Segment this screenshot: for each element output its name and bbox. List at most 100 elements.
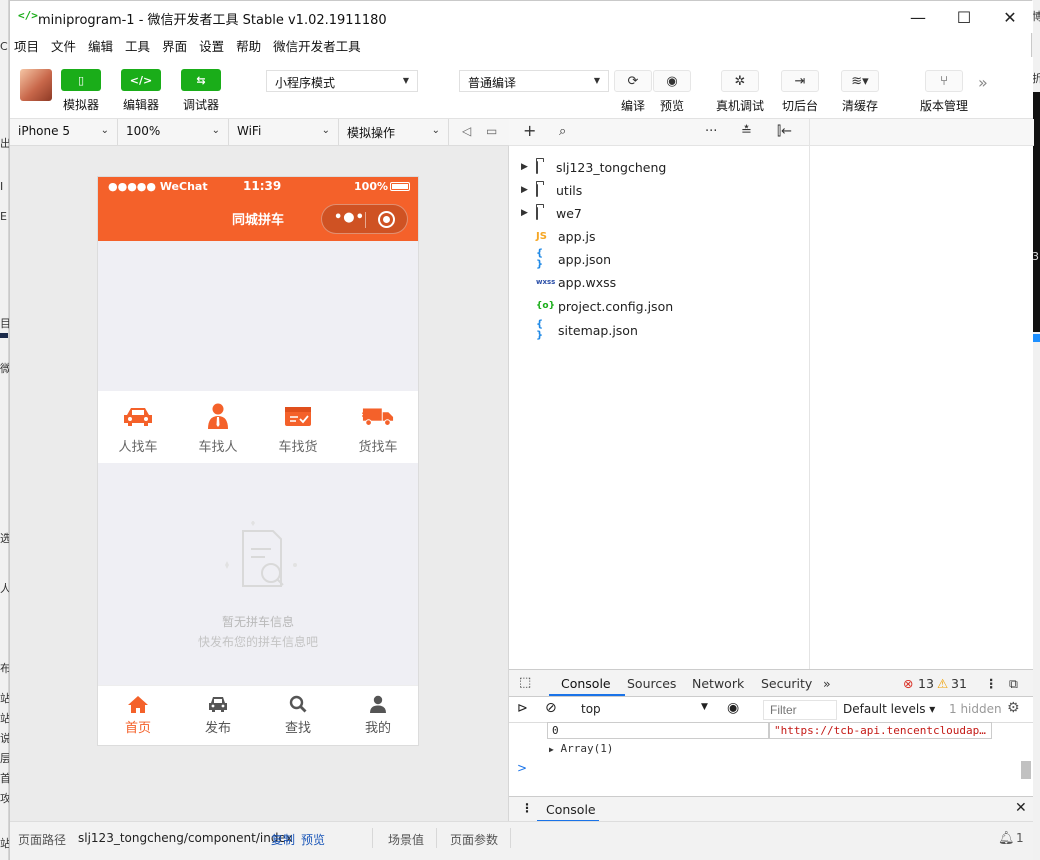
menu-settings[interactable]: 设置 <box>199 36 224 55</box>
undock-icon[interactable]: ⧉ <box>1009 676 1018 692</box>
collapse-panel-icon[interactable]: ⫿← <box>777 124 792 139</box>
category-car-find-cargo[interactable]: 车找货 <box>258 391 338 463</box>
menu-wechat-devtools[interactable]: 微信开发者工具 <box>273 36 361 55</box>
scene-value-button[interactable]: 场景值 <box>388 831 424 848</box>
preview-path-link[interactable]: 预览 <box>301 831 325 848</box>
bell-icon[interactable]: 🔔︎ <box>998 831 1015 846</box>
avatar[interactable] <box>20 69 52 101</box>
capsule-menu[interactable]: •●• <box>321 204 408 234</box>
tree-file-app-json[interactable]: { } app.json <box>509 248 809 270</box>
tree-file-app-js[interactable]: JS app.js <box>509 225 809 247</box>
sidebar-toggle-icon[interactable]: ⊳ <box>517 701 528 716</box>
category-car-find-passenger[interactable]: 车找人 <box>178 391 258 463</box>
wechat-devtools-logo-icon: </> <box>18 9 38 22</box>
debugger-toggle-button[interactable]: ⇆ 调试器 <box>176 69 226 113</box>
device-select[interactable]: iPhone 5 ⌄ <box>10 119 118 146</box>
console-prompt[interactable]: > <box>517 761 527 775</box>
tab-publish[interactable]: 发布 <box>178 686 258 745</box>
console-array-row[interactable]: ▶ Array(1) <box>549 742 613 755</box>
maximize-button[interactable]: ☐ <box>941 1 987 33</box>
tab-sources[interactable]: Sources <box>627 676 676 691</box>
tree-folder-slj123-tongcheng[interactable]: ▶ slj123_tongcheng <box>509 156 809 178</box>
tree-file-app-wxss[interactable]: wxss app.wxss <box>509 271 809 293</box>
category-passenger-find-car[interactable]: 人找车 <box>98 391 178 463</box>
editor-tab-bar <box>810 119 1034 146</box>
editor-panel <box>809 119 1034 669</box>
compile-mode-select[interactable]: 普通编译 ▼ <box>459 70 609 92</box>
category-cargo-find-car[interactable]: 货找车 <box>338 391 418 463</box>
editor-toggle-button[interactable]: </> 编辑器 <box>116 69 166 113</box>
mode-select[interactable]: 小程序模式 ▼ <box>266 70 418 92</box>
simulator-toggle-button[interactable]: ▯ 模拟器 <box>56 69 106 113</box>
inspect-element-icon[interactable]: ⬚ <box>519 675 531 690</box>
file-tree-panel: + ⌕ ··· ≛ ⫿← ▶ slj123_tongcheng ▶ utils … <box>509 119 809 669</box>
error-count[interactable]: 13 <box>918 676 934 691</box>
clear-console-icon[interactable]: ⊘ <box>545 700 557 716</box>
background-switch-button[interactable]: ⇥ 切后台 <box>781 70 819 114</box>
sort-icon[interactable]: ≛ <box>741 124 752 139</box>
network-select[interactable]: WiFi ⌄ <box>229 119 339 146</box>
remote-debug-button[interactable]: ✲ 真机调试 <box>716 70 764 114</box>
window-detach-icon[interactable]: ▭ <box>486 124 497 138</box>
tab-home[interactable]: 首页 <box>98 686 178 745</box>
tab-console[interactable]: Console <box>561 676 611 691</box>
close-target-icon[interactable] <box>378 211 395 228</box>
more-dots-icon[interactable]: •●• <box>334 210 365 225</box>
page-params-button[interactable]: 页面参数 <box>450 831 498 848</box>
warning-icon: ⚠ <box>937 676 949 691</box>
clear-cache-button[interactable]: ≋▾ 清缓存 <box>841 70 879 114</box>
tab-search[interactable]: 查找 <box>258 686 338 745</box>
menu-project[interactable]: 项目 <box>14 36 39 55</box>
minimize-button[interactable]: — <box>895 1 941 33</box>
close-window-button[interactable]: ✕ <box>987 1 1033 33</box>
refresh-icon: ⟳ <box>614 70 652 92</box>
warning-count[interactable]: 31 <box>951 676 967 691</box>
eye-icon[interactable]: ◉ <box>727 700 739 716</box>
menu-view[interactable]: 界面 <box>162 36 187 55</box>
menu-edit[interactable]: 编辑 <box>88 36 113 55</box>
drawer-menu-icon[interactable]: ⋮ <box>521 801 533 815</box>
tree-file-sitemap-json[interactable]: { } sitemap.json <box>509 319 809 341</box>
json-file-icon: { } <box>536 319 544 341</box>
switch-background-icon: ⇥ <box>781 70 819 92</box>
add-file-icon[interactable]: + <box>523 121 536 140</box>
chevron-down-icon: ⌄ <box>431 125 440 136</box>
context-select[interactable]: top <box>581 702 601 716</box>
battery-percent: 100% <box>354 180 388 193</box>
menu-file[interactable]: 文件 <box>51 36 76 55</box>
kebab-menu-icon[interactable]: ⋮ <box>985 676 998 691</box>
console-filter-input[interactable] <box>763 700 837 720</box>
category-grid: 人找车 车找人 车找货 货找车 <box>98 391 418 463</box>
menu-tools[interactable]: 工具 <box>125 36 150 55</box>
tree-folder-utils[interactable]: ▶ utils <box>509 179 809 201</box>
compile-button[interactable]: ⟳ 编译 <box>614 70 652 114</box>
version-control-button[interactable]: ⑂ 版本管理 <box>920 70 968 114</box>
tree-folder-we7[interactable]: ▶ we7 <box>509 202 809 224</box>
log-levels-select[interactable]: Default levels ▾ <box>843 702 935 716</box>
menu-help[interactable]: 帮助 <box>236 36 261 55</box>
caret-right-icon: ▶ <box>549 745 554 754</box>
more-tabs-chevron-icon[interactable]: » <box>823 676 831 691</box>
tab-security[interactable]: Security <box>761 676 812 691</box>
tab-profile[interactable]: 我的 <box>338 686 418 745</box>
zoom-select[interactable]: 100% ⌄ <box>118 119 229 146</box>
console-scrollbar[interactable] <box>1021 761 1031 779</box>
more-tools-chevron-icon[interactable]: » <box>978 73 988 92</box>
preview-button[interactable]: ◉ 预览 <box>653 70 691 114</box>
search-icon[interactable]: ⌕ <box>559 124 566 139</box>
speaker-icon[interactable]: ◁ <box>462 124 471 138</box>
caret-right-icon: ▶ <box>521 185 528 195</box>
tree-file-project-config[interactable]: {o} project.config.json <box>509 295 809 317</box>
close-drawer-icon[interactable]: ✕ <box>1015 800 1027 816</box>
tab-network[interactable]: Network <box>692 676 744 691</box>
person-icon <box>202 403 234 429</box>
console-drawer-bar: ⋮ Console ✕ <box>509 796 1033 822</box>
error-icon: ⊗ <box>903 676 914 691</box>
copy-path-link[interactable]: 复制 <box>271 831 295 848</box>
settings-gear-icon[interactable]: ⚙ <box>1007 700 1020 716</box>
drawer-tab-console[interactable]: Console <box>546 802 596 817</box>
car-front-icon <box>207 694 229 714</box>
more-dots-icon[interactable]: ··· <box>705 124 717 139</box>
bug-icon: ✲ <box>721 70 759 92</box>
simulate-operation-select[interactable]: 模拟操作 ⌄ <box>339 119 449 146</box>
